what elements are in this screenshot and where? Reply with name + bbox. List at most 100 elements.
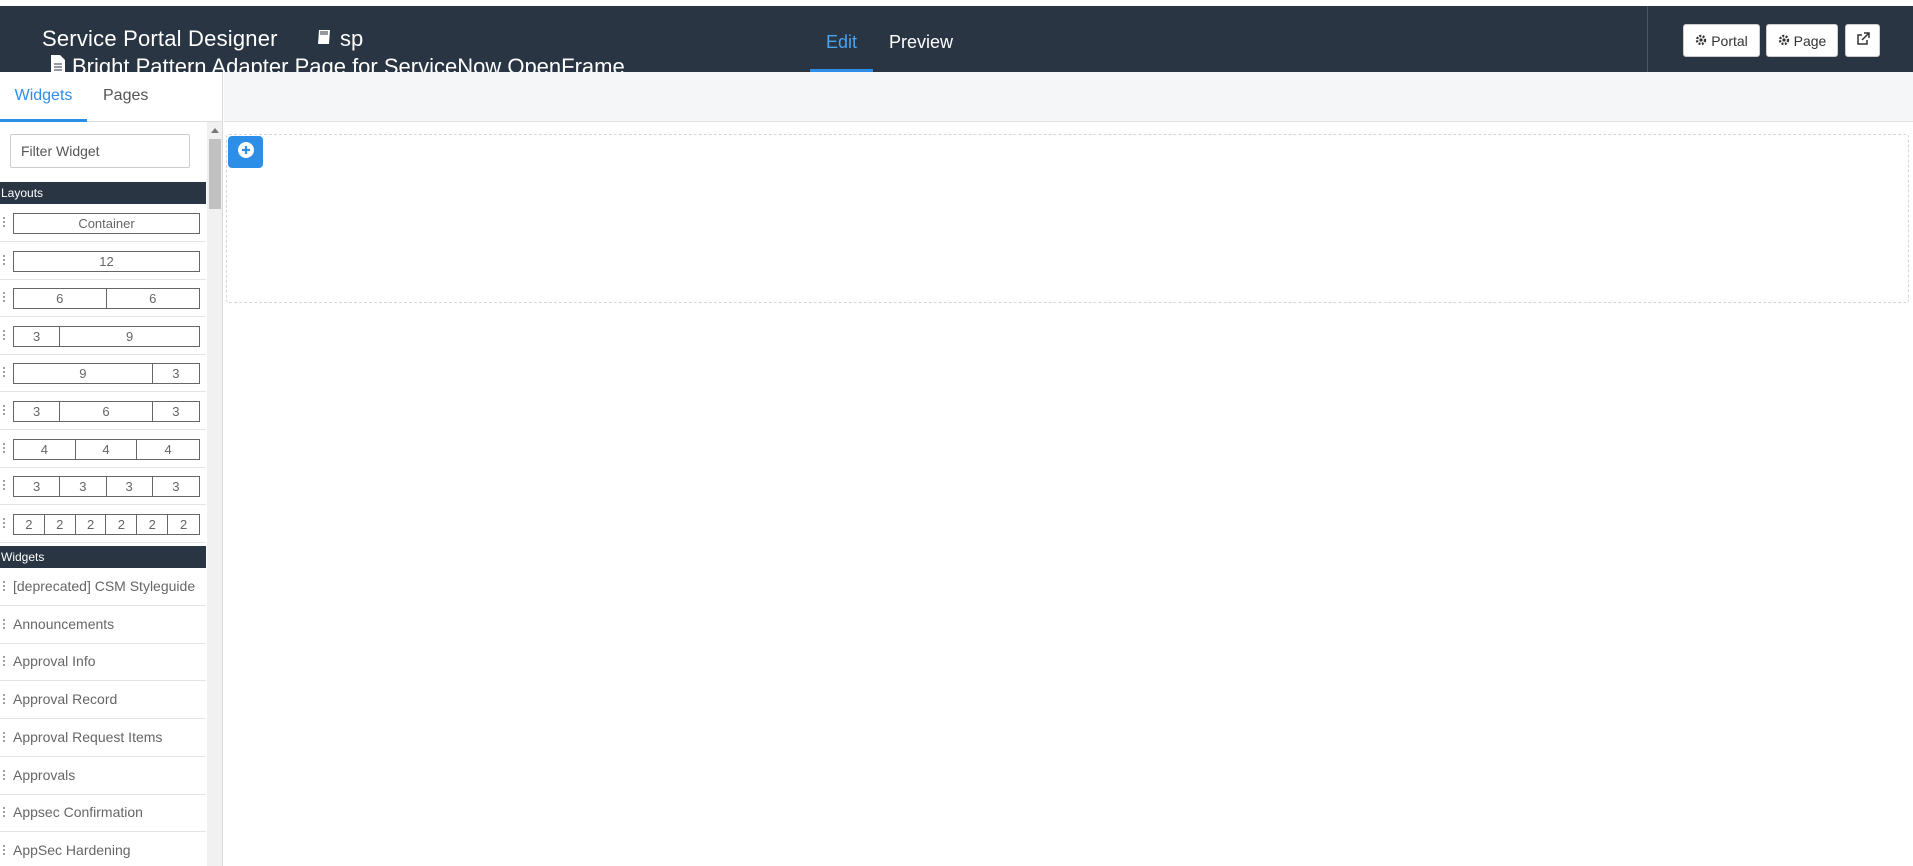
drag-handle-icon[interactable] [2, 843, 6, 856]
layout-column: 6 [14, 289, 107, 309]
layout-columns: 222222 [13, 513, 200, 535]
canvas-toolbar [224, 72, 1913, 122]
tab-widgets[interactable]: Widgets [0, 87, 87, 122]
layout-column: 3 [107, 477, 153, 497]
add-container-button[interactable] [228, 136, 263, 168]
layout-column: 2 [76, 514, 107, 534]
widget-label: Announcements [13, 615, 115, 632]
widget-label: Appsec Confirmation [13, 804, 143, 821]
drag-handle-icon[interactable] [2, 366, 6, 379]
book-icon [316, 26, 334, 52]
widget-list-item[interactable]: Approval Record [0, 681, 206, 720]
scrollbar-thumb[interactable] [209, 139, 221, 209]
drag-handle-icon[interactable] [2, 216, 6, 228]
portal-settings-button[interactable]: Portal [1683, 24, 1760, 57]
app-title: Service Portal Designer [42, 26, 278, 51]
layout-column: 2 [14, 514, 45, 534]
gear-icon [1695, 33, 1707, 49]
portal-name: sp [340, 26, 364, 51]
drag-handle-icon[interactable] [2, 730, 6, 743]
layout-column: 2 [45, 514, 76, 534]
page-link[interactable]: Bright Pattern Adapter Page for ServiceN… [50, 54, 625, 72]
widget-label: AppSec Hardening [13, 841, 131, 858]
layout-column: 4 [164, 441, 172, 457]
layout-column: 3 [14, 402, 61, 421]
container-drop-zone[interactable] [226, 134, 1909, 303]
open-external-button[interactable] [1845, 24, 1880, 57]
external-link-icon [1856, 32, 1870, 49]
sidebar-scrollbar[interactable] [207, 122, 222, 866]
widget-list-item[interactable]: AppSec Hardening [0, 832, 206, 866]
layout-column: 3 [14, 326, 61, 346]
drag-handle-icon[interactable] [2, 768, 6, 781]
layout-column: 2 [179, 516, 188, 532]
layout-column: 9 [126, 328, 134, 344]
layout-column: 3 [172, 404, 180, 419]
widget-label: [deprecated] CSM Styleguide [13, 578, 196, 594]
tab-preview[interactable]: Preview [889, 32, 953, 72]
drag-handle-icon[interactable] [2, 253, 6, 266]
designer-header: Service Portal Designer sp Bright Patter… [0, 6, 1913, 72]
gear-icon [1778, 33, 1790, 49]
widgets-heading: Widgets [0, 546, 206, 568]
layout-row[interactable]: Container [0, 204, 206, 242]
layout-row[interactable]: 222222 [0, 505, 206, 543]
layout-row[interactable]: 363 [0, 392, 206, 430]
layout-row[interactable]: 3333 [0, 467, 206, 506]
portal-button-label: Portal [1711, 32, 1748, 49]
layout-row[interactable]: 12 [0, 242, 206, 280]
widget-list-item[interactable]: Approvals [0, 757, 206, 795]
layout-columns: 66 [13, 288, 200, 310]
layout-columns: 39 [13, 325, 200, 347]
file-icon [50, 54, 66, 72]
widget-label: Approval Record [13, 691, 118, 708]
drag-handle-icon[interactable] [2, 404, 6, 416]
drag-handle-icon[interactable] [2, 617, 6, 630]
tab-edit[interactable]: Edit [810, 32, 873, 72]
widget-list-item[interactable]: Announcements [0, 606, 206, 644]
layout-column: 3 [172, 366, 180, 382]
layout-column: 4 [76, 439, 138, 459]
widget-list-item[interactable]: Approval Request Items [0, 719, 206, 757]
layout-row[interactable]: 93 [0, 354, 206, 393]
layout-column: 3 [172, 479, 180, 495]
layout-columns: Container [13, 213, 200, 234]
portal-link[interactable]: sp [316, 26, 363, 52]
widget-list-item[interactable]: [deprecated] CSM Styleguide [0, 568, 206, 606]
page-name: Bright Pattern Adapter Page for ServiceN… [72, 54, 625, 72]
drag-handle-icon[interactable] [2, 655, 6, 668]
drag-handle-icon[interactable] [2, 328, 6, 341]
drag-handle-icon[interactable] [2, 580, 6, 592]
widget-label: Approvals [13, 766, 76, 783]
layout-column: 6 [149, 291, 157, 307]
widget-list-item[interactable]: Approval Info [0, 643, 206, 682]
layout-row[interactable]: 39 [0, 317, 206, 355]
drag-handle-icon[interactable] [2, 806, 6, 819]
layout-column: 2 [137, 514, 169, 534]
widget-list-item[interactable]: Appsec Confirmation [0, 794, 206, 833]
layout-column: 12 [99, 253, 114, 269]
plus-circle-icon [237, 141, 255, 164]
drag-handle-icon[interactable] [2, 441, 6, 454]
tab-pages[interactable]: Pages [103, 87, 148, 122]
layout-columns: 93 [13, 363, 200, 385]
layout-columns: 3333 [13, 476, 200, 498]
drag-handle-icon[interactable] [2, 291, 6, 304]
layout-row[interactable]: 66 [0, 279, 206, 318]
layouts-heading: Layouts [0, 182, 206, 204]
drag-handle-icon[interactable] [2, 516, 6, 529]
layout-column: 3 [60, 477, 107, 497]
layout-column: Container [78, 216, 135, 231]
filter-widget-input[interactable] [10, 134, 190, 168]
layout-column: 6 [60, 402, 153, 421]
layout-column: 3 [14, 477, 61, 497]
layout-column: 4 [14, 439, 76, 459]
header-divider [1647, 6, 1648, 72]
drag-handle-icon[interactable] [2, 693, 6, 706]
page-settings-button[interactable]: Page [1766, 24, 1838, 57]
sidebar-tabs: Widgets Pages [0, 72, 222, 122]
layout-row[interactable]: 444 [0, 430, 206, 468]
widget-label: Approval Request Items [13, 728, 163, 745]
scroll-up-arrow-icon[interactable] [211, 128, 219, 133]
drag-handle-icon[interactable] [2, 479, 6, 492]
